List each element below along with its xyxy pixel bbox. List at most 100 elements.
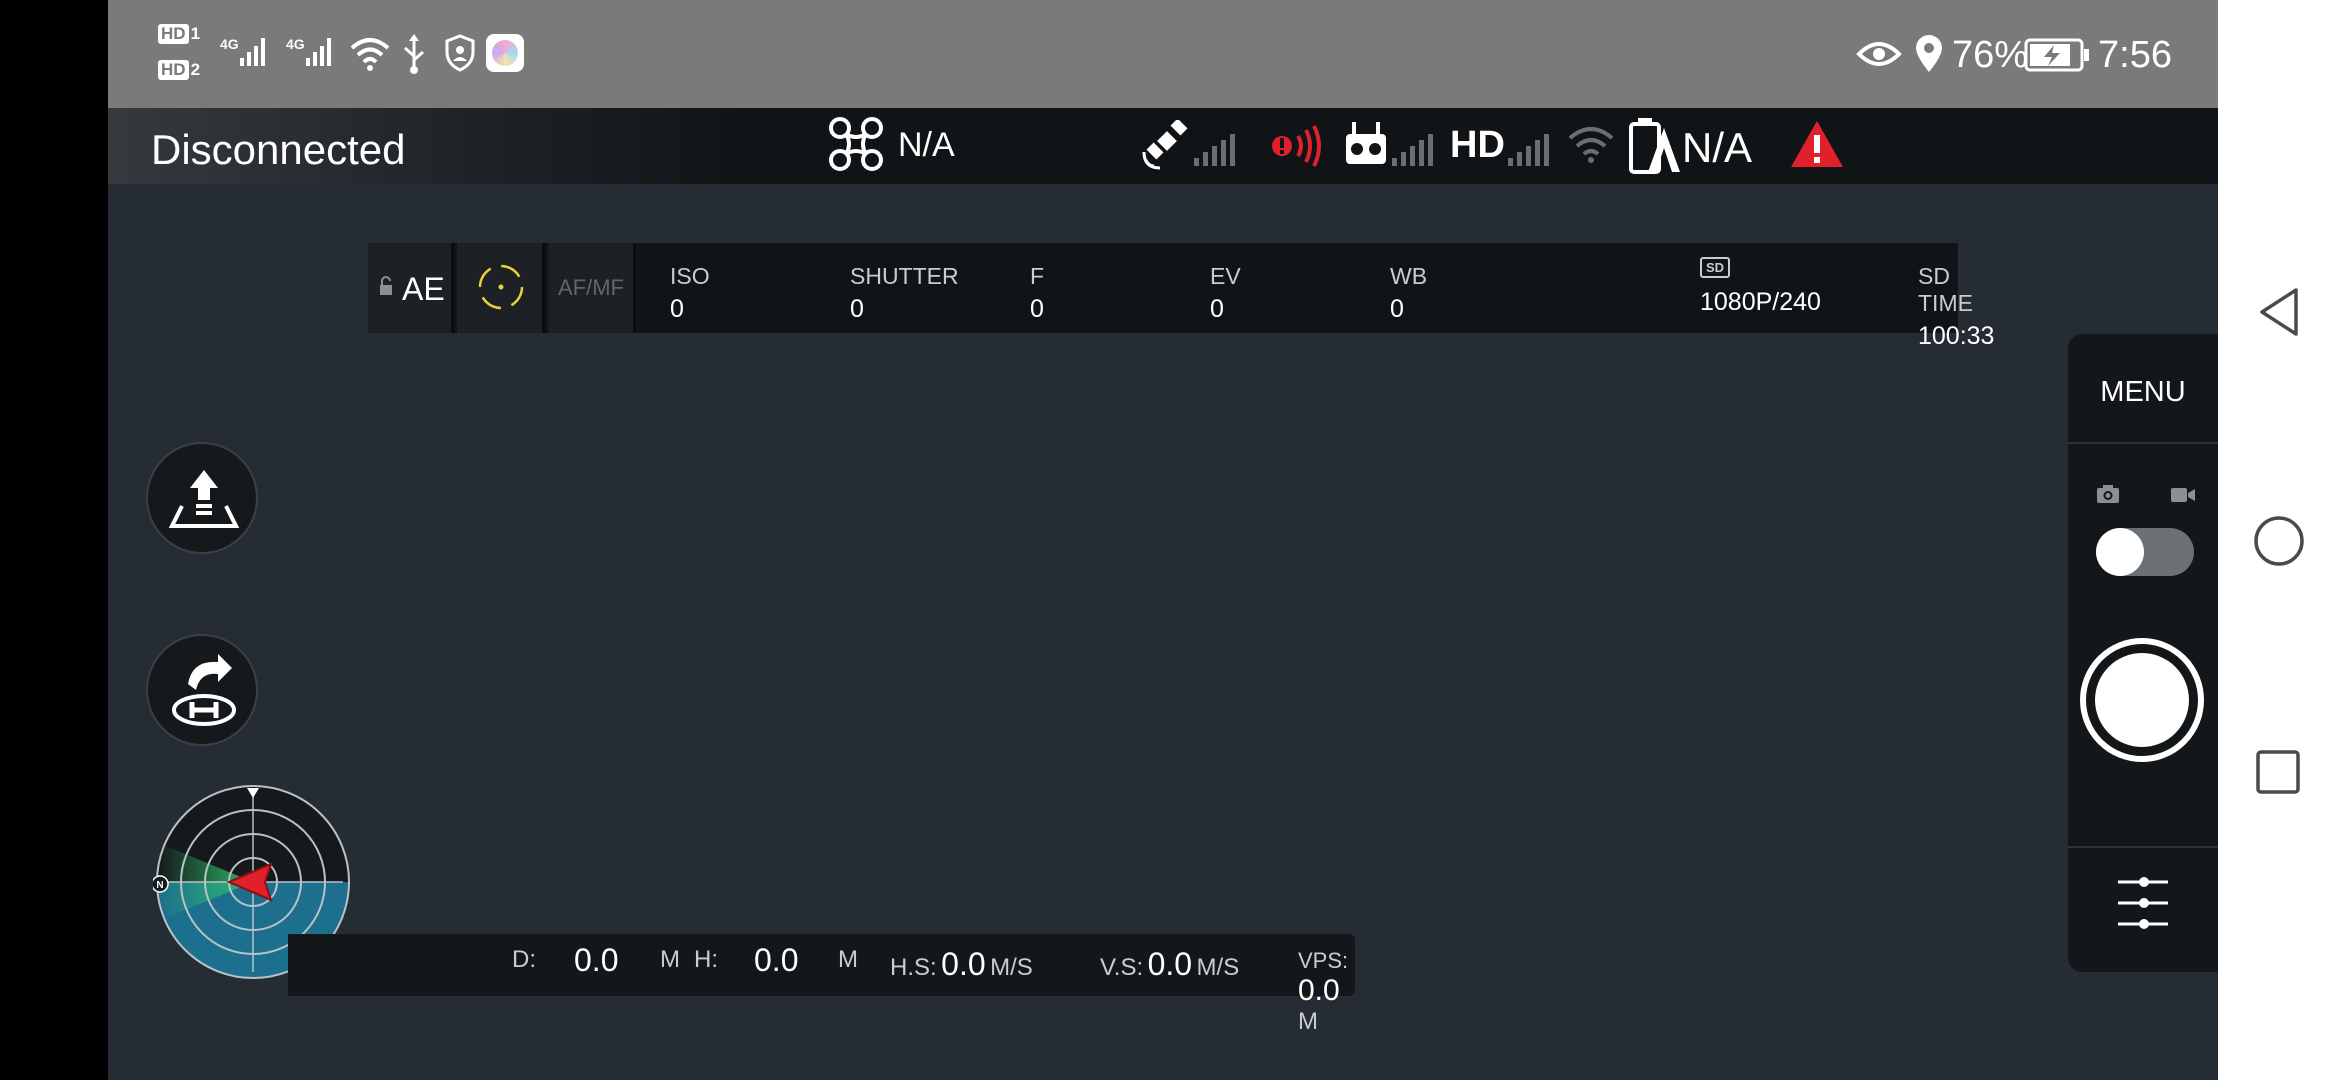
battery-icon[interactable] [1628,116,1684,174]
vps-readout: VPS: 0.0 M [1298,948,1355,1036]
wb-value: 0 [1390,295,1404,323]
hd-signal-bars-icon [1508,132,1549,166]
height-unit-group: M [838,946,858,974]
satellite-icon[interactable] [1142,120,1192,170]
height-readout: H: [694,946,718,974]
ev-label: EV [1210,263,1241,289]
aperture-param[interactable]: F 0 [1030,263,1044,324]
camera-view[interactable]: Disconnected N/A HD N/A AE AF/MF ISO 0 S… [108,108,2218,1080]
horizontal-speed-readout: H.S: 0.0 M/S [890,946,1033,983]
wifi-icon[interactable] [1566,122,1616,166]
wb-param[interactable]: WB 0 [1390,263,1427,324]
distance-unit: M [660,946,680,973]
sd-time-param: SD TIME 100:33 [1918,263,1994,351]
hd2-number: 2 [190,60,201,79]
shield-icon [445,34,475,72]
menu-button[interactable]: MENU [2068,334,2218,444]
sliders-icon [2118,877,2168,929]
telemetry-bar: D: 0.0 M H: 0.0 M H.S: 0.0 M/S V.S: 0.0 … [288,934,1355,1035]
hd-signal-label[interactable]: HD [1450,124,1505,167]
clock-time: 7:56 [2098,34,2172,76]
net1-label: 4G [220,36,239,52]
shutter-param[interactable]: SHUTTER 0 [850,263,959,324]
focus-target-button[interactable] [457,243,545,333]
shutter-label: SHUTTER [850,263,959,289]
return-home-button[interactable] [146,634,258,746]
app-icon [486,34,524,72]
height-label: H: [694,946,718,973]
iso-label: ISO [670,263,710,289]
ae-label: AE [402,271,445,307]
remote-controller-icon[interactable] [1344,120,1388,170]
sd-time-label: SD TIME [1918,263,1973,316]
shutter-value: 0 [850,295,864,323]
ev-param[interactable]: EV 0 [1210,263,1241,324]
signal-alert-icon[interactable] [1268,124,1324,168]
home-nav-button[interactable] [2252,514,2306,568]
resolution-param[interactable]: SD 1080P/240 [1700,257,1821,317]
flight-status-header: Disconnected N/A HD N/A [108,108,2218,184]
connection-status[interactable]: Disconnected [151,126,405,174]
camera-settings-bar: AE AF/MF ISO 0 SHUTTER 0 F 0 EV 0 WB 0 S… [368,243,1994,350]
signal-bars-icon [240,38,265,66]
eye-icon [1856,42,1902,66]
af-mf-toggle[interactable]: AF/MF [548,243,636,333]
recents-nav-button[interactable] [2254,748,2302,796]
ae-lock-button[interactable]: AE [368,243,454,333]
location-icon [1916,35,1942,72]
video-mode-icon [2171,488,2195,502]
usb-icon [404,34,424,74]
distance-value-group: 0.0 [574,942,618,979]
vertical-speed-value: 0.0 [1147,946,1193,982]
battery-charging-icon [2024,38,2089,72]
return-home-icon [172,654,236,726]
android-status-bar: HD 1 HD 2 4G 4G 76% 7:56 [108,0,2218,108]
aperture-label: F [1030,263,1045,289]
height-value: 0.0 [754,942,799,978]
vertical-speed-label: V.S: [1100,954,1144,981]
hd2-badge: HD 2 [158,60,200,80]
drone-icon[interactable] [828,116,884,172]
distance-value: 0.0 [574,942,619,978]
ev-value: 0 [1210,295,1224,323]
vps-value: 0.0 [1298,974,1340,1007]
rc-signal-bars-icon [1392,132,1433,166]
unlock-icon [380,276,392,295]
takeoff-button[interactable] [146,442,258,554]
sd-card-icon: SD [1700,257,1731,278]
wb-label: WB [1390,263,1428,289]
net2-label: 4G [286,36,305,52]
wifi-icon [350,38,390,71]
north-label: N [156,880,163,891]
aperture-value: 0 [1030,295,1044,323]
resolution-value: 1080P/240 [1700,288,1821,316]
horizontal-speed-unit: M/S [990,954,1033,981]
battery-value: N/A [1682,124,1753,171]
camera-settings-button[interactable] [2068,846,2218,972]
battery-percent: 76% [1952,34,2029,76]
photo-video-switch[interactable] [2096,528,2194,576]
distance-unit-group: M [660,946,680,974]
horizontal-speed-label: H.S: [890,954,937,981]
focus-target-icon [478,264,524,310]
vps-label: VPS: [1298,948,1349,973]
back-nav-button[interactable] [2256,286,2302,338]
android-navigation-bar [2218,0,2340,1080]
switch-knob [2096,528,2144,576]
photo-mode-icon [2097,485,2119,503]
vertical-speed-readout: V.S: 0.0 M/S [1100,946,1239,983]
warning-icon[interactable] [1788,118,1846,170]
shutter-inner [2095,653,2189,747]
iso-param[interactable]: ISO 0 [670,263,710,324]
iso-value: 0 [670,295,684,323]
height-unit: M [838,946,858,973]
signal-bars-icon [306,38,331,66]
horizontal-speed-value: 0.0 [941,946,986,982]
camera-control-panel: MENU [2068,334,2218,972]
shutter-button[interactable] [2080,638,2204,762]
gps-signal-bars-icon [1194,132,1235,166]
screen: HD 1 HD 2 4G 4G 76% 7:56 Disconnected N/… [0,0,2340,1080]
vps-unit: M [1298,1008,1318,1035]
takeoff-icon [168,470,240,528]
distance-label: D: [512,946,536,973]
